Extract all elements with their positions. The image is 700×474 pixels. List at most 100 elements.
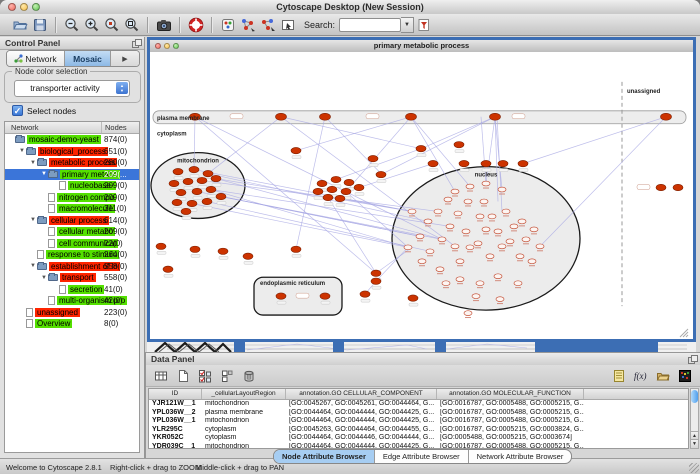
nucleus-node[interactable]	[516, 254, 524, 259]
zoom-out-icon[interactable]	[62, 15, 82, 35]
nucleus-node[interactable]	[442, 281, 450, 286]
select-attributes-icon[interactable]	[196, 367, 214, 384]
graph-node[interactable]	[428, 160, 438, 166]
graph-node[interactable]	[187, 200, 197, 206]
nucleus-node[interactable]	[408, 209, 416, 214]
graph-node[interactable]	[192, 188, 202, 194]
graph-node[interactable]	[371, 270, 381, 276]
open-file-icon[interactable]	[10, 15, 30, 35]
nucleus-node[interactable]	[482, 181, 490, 186]
graph-node[interactable]	[376, 171, 386, 177]
nucleus-node[interactable]	[416, 234, 424, 239]
table-row-yjr121w-1[interactable]: YJR121W__1mitochondrion[GO:0045267, GO:0…	[149, 400, 688, 409]
graph-node[interactable]	[243, 253, 253, 259]
nucleus-node[interactable]	[438, 237, 446, 242]
float-panel-icon[interactable]	[132, 39, 140, 47]
graph-node[interactable]	[169, 180, 179, 186]
graph-node[interactable]	[176, 189, 186, 195]
graph-node[interactable]	[211, 175, 221, 181]
tab-overflow-arrow[interactable]: ▶	[111, 51, 139, 66]
tree-row-response-to-stimulu[interactable]: response to stimulu264(0)	[5, 249, 139, 261]
graph-node[interactable]	[408, 295, 418, 301]
tree-row-cellular-process[interactable]: ▼cellular process614(0)	[5, 215, 139, 227]
nucleus-node[interactable]	[494, 229, 502, 234]
graph-node[interactable]	[216, 193, 226, 199]
tree-row-nitrogen-compo[interactable]: nitrogen compo209(0)	[5, 192, 139, 204]
tree-row-transport[interactable]: ▼transport558(0)	[5, 272, 139, 284]
nucleus-node[interactable]	[476, 214, 484, 219]
save-icon[interactable]	[30, 15, 50, 35]
graph-node[interactable]	[341, 188, 351, 194]
nucleus-node[interactable]	[518, 219, 526, 224]
nucleus-node[interactable]	[464, 311, 472, 316]
plugins-icon[interactable]	[218, 15, 238, 35]
graph-node[interactable]	[173, 168, 183, 174]
nucleus-node[interactable]	[456, 277, 464, 282]
nucleus-node[interactable]	[451, 189, 459, 194]
membrane-node[interactable]	[490, 113, 501, 120]
tree-row-multi-organism-pro[interactable]: multi-organism pro42(0)	[5, 295, 139, 307]
nucleus-node[interactable]	[496, 297, 504, 302]
notes-icon[interactable]	[610, 367, 628, 384]
nucleus-node[interactable]	[424, 219, 432, 224]
nucleus-node[interactable]	[456, 259, 464, 264]
attribute-table[interactable]: ID_cellularLayoutRegionannotation.GO CEL…	[148, 388, 689, 449]
nucleus-node[interactable]	[480, 199, 488, 204]
mosaic-settings-icon[interactable]	[676, 367, 694, 384]
background-windows-strip[interactable]	[147, 342, 696, 352]
tree-row-metabolic-process[interactable]: ▼metabolic process280(0)	[5, 157, 139, 169]
graph-node[interactable]	[344, 179, 354, 185]
nucleus-node[interactable]	[498, 187, 506, 192]
nucleus-node[interactable]	[462, 229, 470, 234]
membrane-node[interactable]	[320, 113, 331, 120]
graph-node[interactable]	[416, 145, 426, 151]
graph-node[interactable]	[327, 186, 337, 192]
nucleus-node[interactable]	[446, 224, 454, 229]
nucleus-node[interactable]	[434, 209, 442, 214]
graph-node[interactable]	[218, 248, 228, 254]
tree-row-nucleobase[interactable]: nucleobase-209(0)	[5, 180, 139, 192]
tab-mosaic[interactable]: Mosaic	[65, 51, 111, 66]
nucleus-node[interactable]	[528, 259, 536, 264]
tab-edge-attribute-browser[interactable]: Edge Attribute Browser	[375, 450, 469, 463]
tree-row-secretion[interactable]: secretion41(0)	[5, 284, 139, 296]
float-panel-icon[interactable]	[688, 355, 696, 363]
search-input[interactable]	[339, 18, 401, 32]
node-color-select[interactable]: transporter activity ▲▼	[14, 80, 130, 97]
tree-row-establishment-of-lo[interactable]: ▼establishment of lo558(0)	[5, 261, 139, 273]
graph-node[interactable]	[317, 180, 327, 186]
graph-node[interactable]	[197, 177, 207, 183]
tree-row-primary-metabo[interactable]: ▼primary metabo209(...	[5, 169, 139, 181]
graph-node[interactable]	[206, 186, 216, 192]
nucleus-node[interactable]	[464, 199, 472, 204]
graph-node[interactable]	[320, 293, 330, 299]
graph-node[interactable]	[163, 266, 173, 272]
column-header-id[interactable]: ID	[149, 389, 202, 399]
expand-arrow[interactable]: ▼	[40, 275, 48, 281]
select-nodes-checkbox[interactable]: ✓	[12, 105, 23, 116]
snapshot-camera-icon[interactable]	[154, 15, 174, 35]
expand-arrow[interactable]: ▼	[29, 263, 37, 269]
graph-node[interactable]	[454, 141, 464, 147]
nucleus-node[interactable]	[476, 281, 484, 286]
membrane-node[interactable]	[406, 113, 417, 120]
attribute-grid-icon[interactable]	[152, 367, 170, 384]
window-resize-grip[interactable]	[680, 329, 688, 337]
tree-row-macromolecule[interactable]: macromolecule311(0)	[5, 203, 139, 215]
delete-attribute-icon[interactable]	[240, 367, 258, 384]
unassigned-node[interactable]	[673, 184, 683, 190]
graph-node[interactable]	[518, 160, 528, 166]
tree-row-biological-process[interactable]: ▼biological_process651(0)	[5, 146, 139, 158]
graph-node[interactable]	[183, 178, 193, 184]
graph-node[interactable]	[498, 160, 508, 166]
column-header-annotation-go-cellular-component[interactable]: annotation.GO CELLULAR_COMPONENT	[286, 389, 437, 399]
table-scrollbar[interactable]: ▲ ▼	[690, 388, 699, 449]
graph-node[interactable]	[190, 246, 200, 252]
expand-arrow[interactable]: ▼	[29, 160, 37, 166]
graph-node[interactable]	[202, 198, 212, 204]
scrollbar-thumb[interactable]	[691, 390, 698, 403]
nucleus-node[interactable]	[536, 244, 544, 249]
nucleus-node[interactable]	[436, 267, 444, 272]
table-row-ykr052c[interactable]: YKR052Ccytoplasm[GO:0044464, GO:0044446,…	[149, 434, 688, 443]
nucleus-node[interactable]	[494, 274, 502, 279]
